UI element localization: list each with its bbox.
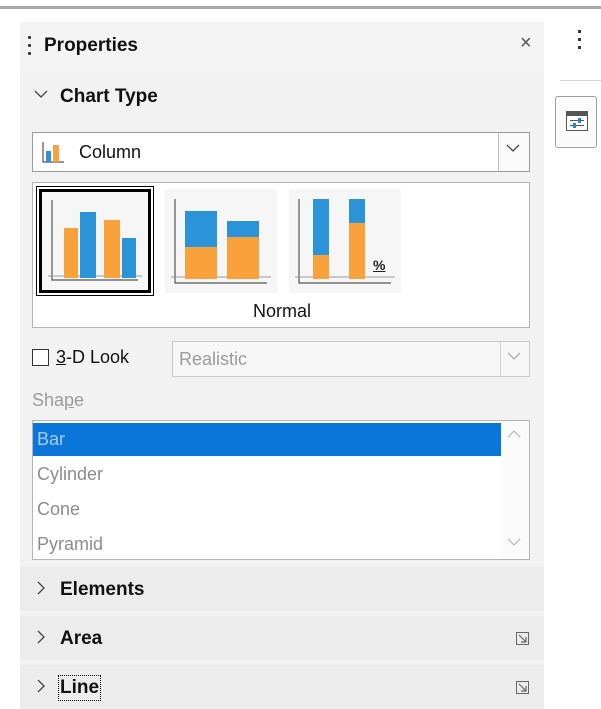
three-d-look-label[interactable]: 3-D Look — [56, 347, 129, 368]
shape-item-pyramid[interactable]: Pyramid — [33, 528, 501, 559]
three-d-scheme-dropdown-button[interactable] — [500, 342, 529, 376]
tabbar-divider — [560, 80, 601, 81]
variant-stacked[interactable] — [165, 189, 277, 293]
chart-type-section-title: Chart Type — [60, 86, 158, 107]
variant-percent-stacked[interactable]: % — [289, 189, 401, 293]
three-d-scheme-value: Realistic — [179, 349, 248, 369]
chevron-right-icon — [34, 678, 48, 698]
chevron-right-icon — [34, 580, 48, 600]
three-d-look-checkbox[interactable] — [32, 349, 49, 366]
elements-section-title: Elements — [60, 579, 145, 600]
three-d-accel-char: 3 — [56, 347, 67, 367]
three-d-label-rest: -D Look — [66, 347, 130, 367]
more-options-icon[interactable] — [516, 632, 530, 646]
chart-type-section-header[interactable]: Chart Type — [20, 74, 544, 120]
chevron-down-icon — [506, 141, 520, 159]
more-options-icon[interactable] — [516, 681, 530, 695]
shape-item-cone[interactable]: Cone — [33, 493, 501, 526]
percent-badge: % — [373, 257, 386, 273]
scroll-up-icon[interactable] — [507, 427, 521, 442]
variant-caption: Normal — [252, 301, 311, 321]
drag-grip-icon[interactable] — [28, 36, 31, 56]
shape-listbox[interactable]: Bar Cylinder Cone Pyramid — [32, 420, 530, 560]
line-section-title: Line — [57, 675, 102, 701]
chart-variant-selector: % Normal — [32, 182, 530, 328]
properties-deck-button[interactable] — [555, 96, 597, 148]
shape-label-part: e — [74, 390, 85, 410]
tabbar-menu-icon[interactable] — [578, 30, 582, 54]
shape-item-cylinder[interactable]: Cylinder — [33, 458, 501, 491]
shape-list-scrollbar[interactable] — [501, 421, 529, 559]
scroll-down-icon[interactable] — [507, 535, 521, 550]
area-section-title: Area — [60, 628, 103, 649]
variant-normal[interactable] — [36, 186, 154, 296]
chevron-right-icon — [34, 629, 48, 649]
chart-type-value: Column — [79, 142, 142, 162]
chart-type-dropdown[interactable]: Column — [32, 132, 530, 172]
column-chart-icon — [41, 141, 65, 168]
column-stacked-icon — [171, 199, 271, 284]
shape-label-part: Sha — [32, 390, 65, 410]
line-section-header[interactable]: Line — [20, 665, 544, 709]
three-d-scheme-dropdown[interactable]: Realistic — [172, 341, 530, 377]
shape-accel-char: p — [64, 390, 75, 410]
three-d-look-row: 3-D Look Realistic — [32, 341, 530, 377]
shape-item-bar[interactable]: Bar — [33, 423, 501, 456]
elements-section-header[interactable]: Elements — [20, 567, 544, 611]
panel-title: Properties — [44, 35, 138, 56]
window-top-edge — [0, 0, 601, 9]
shape-label: Shape — [32, 390, 84, 411]
column-normal-icon — [48, 200, 142, 281]
chart-type-dropdown-button[interactable] — [498, 133, 529, 171]
properties-icon — [566, 111, 588, 131]
chevron-down-icon — [34, 86, 48, 106]
properties-panel: Properties × Chart Type Column % Normal … — [20, 22, 544, 709]
close-panel-button[interactable]: × — [520, 32, 532, 55]
panel-title-bar: Properties × — [20, 22, 544, 70]
column-percent-stacked-icon — [295, 199, 395, 284]
area-section-header[interactable]: Area — [20, 616, 544, 660]
chevron-down-icon — [507, 349, 521, 367]
